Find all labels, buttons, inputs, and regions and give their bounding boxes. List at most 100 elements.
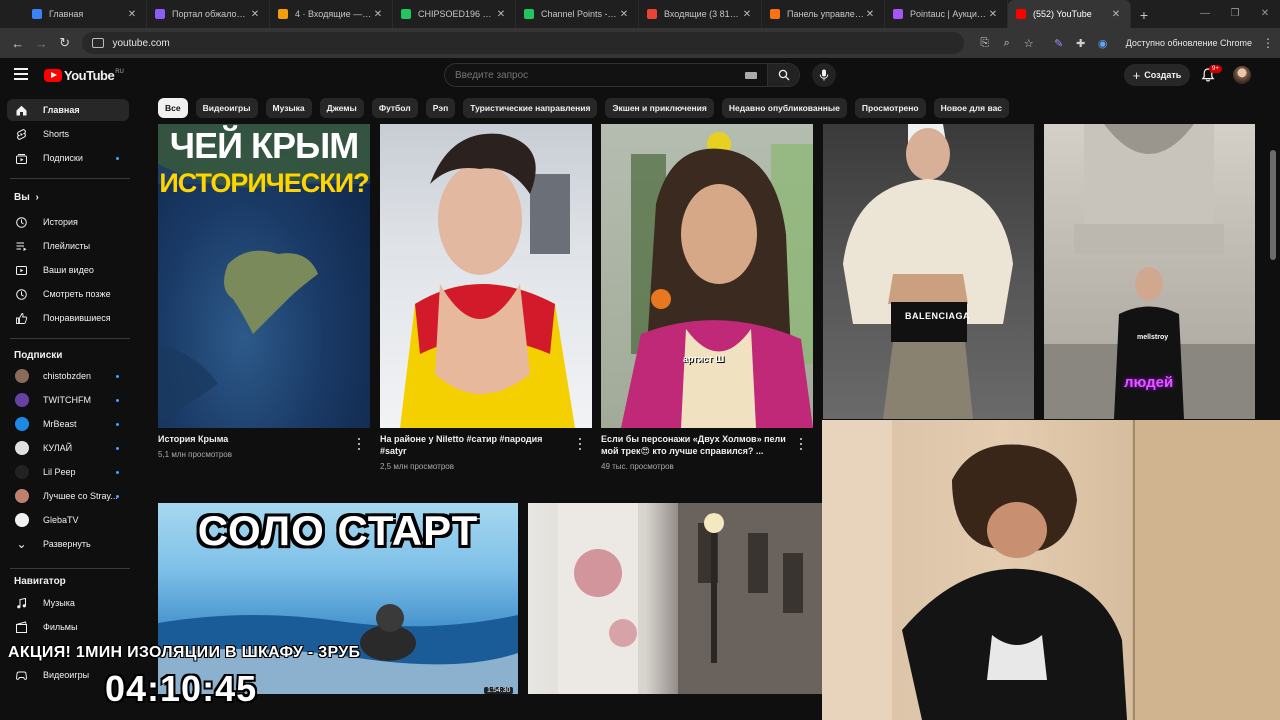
sidebar-item[interactable]: Плейлисты (7, 235, 129, 257)
menu-hamburger-icon[interactable] (14, 68, 28, 80)
close-window-icon[interactable]: ✕ (1250, 0, 1280, 28)
reload-icon[interactable]: ↻ (53, 35, 76, 51)
video-more-icon[interactable] (356, 437, 362, 451)
video-thumbnail[interactable]: артист Ш (601, 124, 813, 428)
sidebar-divider (10, 568, 130, 569)
sidebar-item[interactable]: Подписки (7, 147, 129, 169)
video-title[interactable]: История Крыма (158, 433, 338, 445)
browser-menu-icon[interactable]: ⋮ (1262, 36, 1274, 50)
sidebar-item[interactable]: Shorts (7, 123, 129, 145)
sidebar-you-heading[interactable]: Вы › (14, 192, 39, 203)
person-heart-hands-image (400, 133, 575, 428)
filter-chip[interactable]: Видеоигры (195, 98, 258, 118)
page-scrollbar[interactable] (1270, 150, 1276, 260)
account-avatar[interactable] (1233, 66, 1251, 84)
tab-close-icon[interactable]: ✕ (618, 9, 630, 20)
maximize-icon[interactable]: ❐ (1220, 0, 1250, 28)
video-title[interactable]: На районе у Niletto #сатир #пародия #sat… (380, 433, 565, 457)
search-box (444, 63, 800, 87)
browser-tab[interactable]: Панель управления ✕ (762, 0, 885, 28)
extensions-puzzle-icon[interactable]: ✚ (1070, 37, 1092, 50)
filter-chip[interactable]: Туристические направления (463, 98, 598, 118)
youtube-logo[interactable]: YouTube RU (44, 68, 124, 83)
zoom-icon[interactable]: ⌕ (996, 37, 1018, 50)
video-thumbnail[interactable] (380, 124, 592, 428)
browser-tab[interactable]: Pointauc | Аукцион д ✕ (885, 0, 1008, 28)
sidebar-channel-item[interactable]: КУЛАЙ (7, 437, 129, 459)
search-button[interactable] (767, 64, 799, 86)
voice-search-button[interactable] (812, 63, 836, 87)
video-title[interactable]: Если бы персонажи «Двух Холмов» пели мой… (601, 433, 793, 457)
address-bar[interactable]: youtube.com (82, 32, 964, 54)
forward-arrow-icon[interactable]: → (29, 36, 52, 51)
tab-close-icon[interactable]: ✕ (249, 9, 261, 20)
filter-chip[interactable]: Футбол (371, 98, 418, 118)
sidebar-item-label: Ваши видео (43, 265, 94, 275)
filter-chip[interactable]: Просмотрено (854, 98, 926, 118)
sidebar-channel-item[interactable]: TWITCHFM (7, 389, 129, 411)
browser-tab[interactable]: CHIPSOED196 Stream✕ (393, 0, 516, 28)
sidebar-item[interactable]: История (7, 211, 129, 233)
back-arrow-icon[interactable]: ← (6, 36, 29, 51)
sidebar-item[interactable]: Фильмы (7, 616, 129, 638)
keyboard-icon[interactable] (745, 71, 757, 79)
bookmark-star-icon[interactable]: ☆ (1018, 37, 1040, 50)
browser-tab[interactable]: Главная ✕ (24, 0, 147, 28)
filter-chip[interactable]: Экшен и приключения (605, 98, 714, 118)
site-info-icon[interactable] (92, 38, 105, 48)
video-more-icon[interactable] (577, 437, 583, 451)
sidebar-item[interactable]: Понравившиеся (7, 307, 129, 329)
new-tab-button[interactable]: + (1132, 7, 1156, 23)
video-thumbnail[interactable]: ЧЕЙ КРЫМ ИСТОРИЧЕСКИ? (158, 124, 370, 428)
sidebar-channel-item[interactable]: chistobzden (7, 365, 129, 387)
filter-chip[interactable]: Музыка (265, 98, 312, 118)
browser-tab[interactable]: Портал обжалования✕ (147, 0, 270, 28)
chrome-update-button[interactable]: Доступно обновление Chrome (1126, 38, 1252, 48)
tab-close-icon[interactable]: ✕ (495, 9, 507, 20)
filter-chip[interactable]: Джемы (319, 98, 364, 118)
minimize-icon[interactable]: — (1190, 0, 1220, 28)
browser-tab[interactable]: 4 · Входящие — Яндекс✕ (270, 0, 393, 28)
create-button[interactable]: + Создать (1124, 64, 1190, 86)
install-app-icon[interactable]: ⎘ (974, 37, 996, 50)
sidebar-navigator-heading: Навигатор (14, 576, 66, 587)
video-thumbnail[interactable]: BALENCIAGA (823, 124, 1034, 419)
tab-close-icon[interactable]: ✕ (1110, 9, 1122, 20)
sidebar-item[interactable]: Музыка (7, 592, 129, 614)
extension-pen-icon[interactable]: ✎ (1048, 37, 1070, 50)
tab-favicon-icon (278, 9, 288, 19)
tab-close-icon[interactable]: ✕ (864, 9, 876, 20)
browser-tab[interactable]: Channel Points - Kick✕ (516, 0, 639, 28)
filter-chip[interactable]: Новое для вас (933, 98, 1010, 118)
region-code: RU (115, 68, 124, 75)
sidebar-channel-item[interactable]: MrBeast (7, 413, 129, 435)
video-duration: 1:54:30 (484, 687, 514, 694)
filter-chip[interactable]: Рэп (425, 98, 456, 118)
profile-icon[interactable]: ◉ (1092, 37, 1114, 50)
sidebar-subscriptions-heading: Подписки (14, 350, 63, 361)
sidebar-channel-item[interactable]: Lil Peep (7, 461, 129, 483)
sidebar-item[interactable]: Смотреть позже (7, 283, 129, 305)
filter-chip[interactable]: Недавно опубликованные (721, 98, 847, 118)
sidebar-item[interactable]: Ваши видео (7, 259, 129, 281)
sidebar-expand-button[interactable]: ⌄ Развернуть (7, 533, 129, 555)
sidebar-channel-item[interactable]: Лучшее со Stray... (7, 485, 129, 507)
tab-close-icon[interactable]: ✕ (126, 9, 138, 20)
tab-close-icon[interactable]: ✕ (741, 9, 753, 20)
browser-tab[interactable]: (552) YouTube ✕ (1008, 0, 1131, 28)
video-thumbnail[interactable]: mellstroy людей (1044, 124, 1255, 419)
sidebar-item-label: Shorts (43, 129, 70, 139)
video-thumbnail[interactable] (528, 503, 822, 694)
sidebar-item[interactable]: Главная (7, 99, 129, 121)
sidebar-channel-item[interactable]: GlebaTV (7, 509, 129, 531)
channel-avatar (15, 369, 29, 383)
search-input[interactable] (445, 69, 745, 81)
tab-close-icon[interactable]: ✕ (372, 9, 384, 20)
tab-favicon-icon (32, 9, 42, 19)
browser-tab[interactable]: Входящие (3 819) - ✕ (639, 0, 762, 28)
video-thumbnail[interactable]: СОЛО СТАРТ 1:54:30 (158, 503, 518, 694)
tab-close-icon[interactable]: ✕ (987, 9, 999, 20)
filter-chip[interactable]: Все (158, 98, 188, 118)
person-balenciaga-image (843, 124, 1013, 419)
video-more-icon[interactable] (798, 437, 804, 451)
